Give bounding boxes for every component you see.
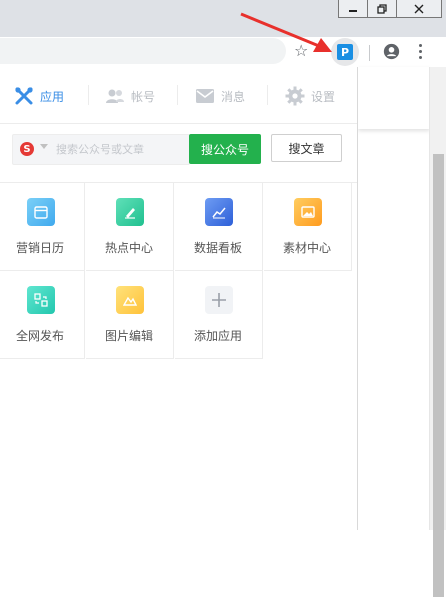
page-scrollbar[interactable] (429, 67, 446, 597)
gear-icon (285, 86, 305, 106)
window-controls (338, 0, 442, 18)
app-label: 全网发布 (15, 329, 64, 343)
app-add[interactable]: 添加应用 (175, 271, 263, 359)
toolbar-divider (369, 45, 370, 61)
restore-button[interactable] (367, 0, 397, 18)
app-label: 素材中心 (282, 241, 331, 255)
tab-settings-label: 设置 (311, 89, 336, 104)
app-label: 图片编辑 (104, 329, 153, 343)
search-account-button[interactable]: 搜公众号 (189, 134, 261, 164)
tab-settings[interactable]: 设置 (285, 85, 335, 107)
picture-edit-icon (116, 286, 144, 314)
plus-icon (205, 286, 233, 314)
app-marketing-calendar[interactable]: 营销日历 (0, 183, 85, 271)
image-icon (294, 198, 322, 226)
calendar-icon (27, 198, 55, 226)
annotation-arrow (240, 12, 332, 52)
restore-icon (377, 3, 387, 14)
minimize-button[interactable] (338, 0, 368, 18)
extension-p-icon: P (337, 44, 353, 60)
popup-tabs: 应用 帐号 消息 设置 (0, 67, 357, 124)
app-label: 营销日历 (15, 241, 64, 255)
app-label: 热点中心 (104, 241, 153, 255)
users-icon (106, 89, 124, 103)
browser-titlebar (0, 0, 446, 37)
puzzle-icon (15, 87, 33, 105)
close-window-button[interactable] (396, 0, 442, 18)
tab-messages[interactable]: 消息 (195, 85, 245, 107)
tab-accounts[interactable]: 帐号 (105, 85, 155, 107)
profile-avatar-icon[interactable] (383, 43, 400, 60)
search-box: S (12, 134, 190, 165)
tab-apps-label: 应用 (40, 89, 65, 104)
tab-divider (88, 85, 89, 105)
tab-divider (267, 85, 268, 105)
app-label: 添加应用 (193, 329, 242, 343)
minimize-icon (349, 9, 357, 12)
search-row: S 搜公众号 搜文章 (12, 134, 352, 165)
scrollbar-thumb[interactable] (433, 154, 444, 597)
chevron-down-icon[interactable] (40, 144, 48, 149)
app-label: 数据看板 (193, 241, 242, 255)
tab-accounts-label: 帐号 (131, 89, 156, 104)
pen-icon (116, 198, 144, 226)
app-hot-topics[interactable]: 热点中心 (86, 183, 174, 271)
extension-button[interactable]: P (331, 38, 359, 66)
mail-icon (196, 89, 214, 103)
app-data-dashboard[interactable]: 数据看板 (175, 183, 263, 271)
close-icon (414, 4, 424, 13)
search-input[interactable] (56, 139, 181, 159)
page-card (358, 67, 430, 129)
extension-popup: 应用 帐号 消息 设置 S 搜索公众号或文章 搜公众号 搜文章 营销日历 热点中… (0, 67, 358, 530)
app-publish-everywhere[interactable]: 全网发布 (0, 271, 85, 359)
app-image-editor[interactable]: 图片编辑 (86, 271, 174, 359)
share-icon (27, 286, 55, 314)
search-article-button[interactable]: 搜文章 (271, 134, 342, 162)
tab-divider (177, 85, 178, 105)
browser-menu-icon[interactable] (419, 44, 423, 60)
app-material-center[interactable]: 素材中心 (264, 183, 352, 271)
browser-toolbar: ☆ P (0, 37, 446, 68)
tab-apps[interactable]: 应用 (14, 85, 64, 107)
sogou-logo-icon[interactable]: S (20, 142, 34, 156)
tab-messages-label: 消息 (221, 89, 246, 104)
chart-icon (205, 198, 233, 226)
